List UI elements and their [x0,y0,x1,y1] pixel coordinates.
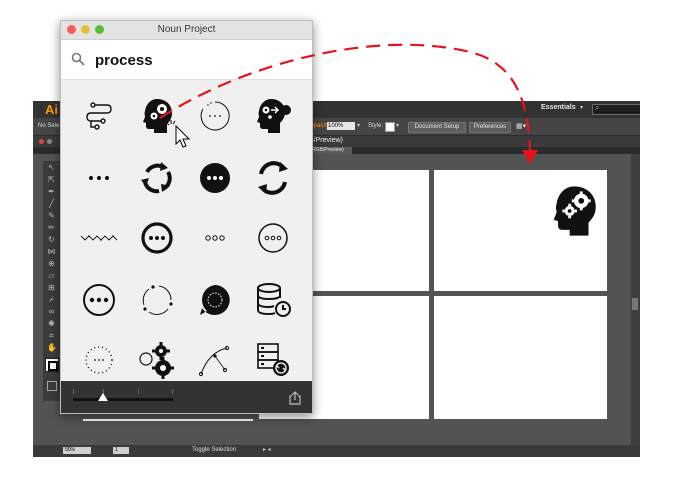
artboard-tool-icon[interactable]: ⌗ [47,331,56,340]
ellipsis-circle-filled-icon[interactable] [195,158,235,198]
document-setup-button[interactable]: Document Setup [408,122,466,133]
eyedropper-tool-icon[interactable]: ⌿ [47,295,56,304]
blend-tool-icon[interactable]: ∞ [47,307,56,316]
artboard-right-bottom[interactable] [434,296,607,419]
cycle-arrows-icon[interactable] [137,158,177,198]
pencil-tool-icon[interactable]: ✏ [47,223,56,232]
hand-tool-icon[interactable]: ✋ [47,343,57,352]
width-tool-icon[interactable]: ⋈ [47,247,56,256]
opacity-dropdown-icon[interactable]: ▾ [357,122,360,129]
gears-icon[interactable] [137,340,177,380]
minimize-icon[interactable] [47,139,52,144]
share-icon[interactable] [289,391,301,405]
chat-loading-icon[interactable] [195,280,235,320]
ellipsis-circle-icon[interactable] [79,280,119,320]
status-bar: 50% 1 Toggle Selection ▸ ◂ [33,445,640,457]
symbol-sprayer-tool-icon[interactable]: ✺ [47,319,56,328]
dotted-circle-icon[interactable] [79,340,119,380]
icon-results-grid [61,80,312,380]
search-input[interactable] [95,50,295,70]
selection-status: No Sele [38,123,60,129]
style-dropdown-icon[interactable]: ▾ [396,122,399,129]
ellipsis-circle-bold-icon[interactable] [137,218,177,258]
head-gears-icon[interactable] [137,96,177,136]
artboard-partial-left[interactable] [83,419,253,421]
brush-tool-icon[interactable]: ✎ [47,211,56,220]
style-swatch[interactable] [385,122,395,132]
selection-tool-icon[interactable]: ↖ [47,163,56,172]
footer-bar [61,381,312,413]
status-nav-icon[interactable]: ▸ ◂ [263,446,271,453]
search-icon [71,52,85,66]
rotate-tool-icon[interactable]: ↻ [47,235,56,244]
slider-tick [138,389,139,394]
slider-thumb[interactable] [98,393,108,401]
icon-size-slider[interactable] [73,398,173,401]
artboard-number-input[interactable]: 1 [113,447,129,454]
illustrator-logo: Ai [45,102,58,117]
zigzag-line-icon[interactable] [79,218,119,258]
help-search-input[interactable]: ⌕ [592,103,640,115]
vertical-scrollbar[interactable] [631,154,640,445]
fill-swatch[interactable] [48,361,58,371]
database-clock-icon[interactable] [253,280,293,320]
draw-mode-icon[interactable] [47,381,57,391]
slider-tick [73,389,74,394]
opacity-input[interactable]: 100% [327,122,355,130]
bezier-path-icon[interactable] [195,340,235,380]
dotted-circle-progress-icon[interactable] [195,96,235,136]
zoom-input[interactable]: 50% [63,447,91,454]
close-icon[interactable] [39,139,44,144]
tools-panel: ↖ ⇱ ✒ ╱ ✎ ✏ ↻ ⋈ ⊕ ▱ ⊞ ⌿ ∞ ✺ ⌗ ✋ [43,161,61,401]
dotted-cycle-icon[interactable] [137,280,177,320]
window-title: Noun Project [157,24,216,35]
ellipsis-circle-outline-icon[interactable] [253,218,293,258]
server-sync-icon[interactable] [253,340,293,380]
noun-project-window: Noun Project [60,20,313,414]
search-icon: ⌕ [595,103,600,112]
head-gears-icon[interactable] [545,182,603,240]
shape-builder-tool-icon[interactable]: ⊕ [47,259,56,268]
chevron-down-icon[interactable]: ▾ [580,104,583,111]
line-tool-icon[interactable]: ╱ [47,199,56,208]
status-text[interactable]: Toggle Selection [192,447,236,453]
mesh-tool-icon[interactable]: ⊞ [47,283,56,292]
pen-tool-icon[interactable]: ✒ [47,187,56,196]
style-label: Style: [368,123,384,129]
search-bar [61,40,312,80]
workspace-switcher[interactable]: Essentials [541,104,576,111]
direct-selection-tool-icon[interactable]: ⇱ [47,175,56,184]
head-gears-arrow-icon[interactable] [253,96,293,136]
scrollbar-thumb[interactable] [632,298,638,310]
arrange-icon[interactable]: ▦▾ [516,122,526,130]
preferences-button[interactable]: Preferences [469,122,511,133]
slider-tick [172,389,173,394]
three-dots-icon[interactable] [195,218,235,258]
window-title-bar: Noun Project [61,21,312,40]
perspective-tool-icon[interactable]: ▱ [47,271,56,280]
process-flow-icon[interactable] [79,96,119,136]
ellipsis-icon[interactable] [79,158,119,198]
refresh-circle-icon[interactable] [253,158,293,198]
document-tab[interactable]: RGB/Preview) [309,147,352,154]
